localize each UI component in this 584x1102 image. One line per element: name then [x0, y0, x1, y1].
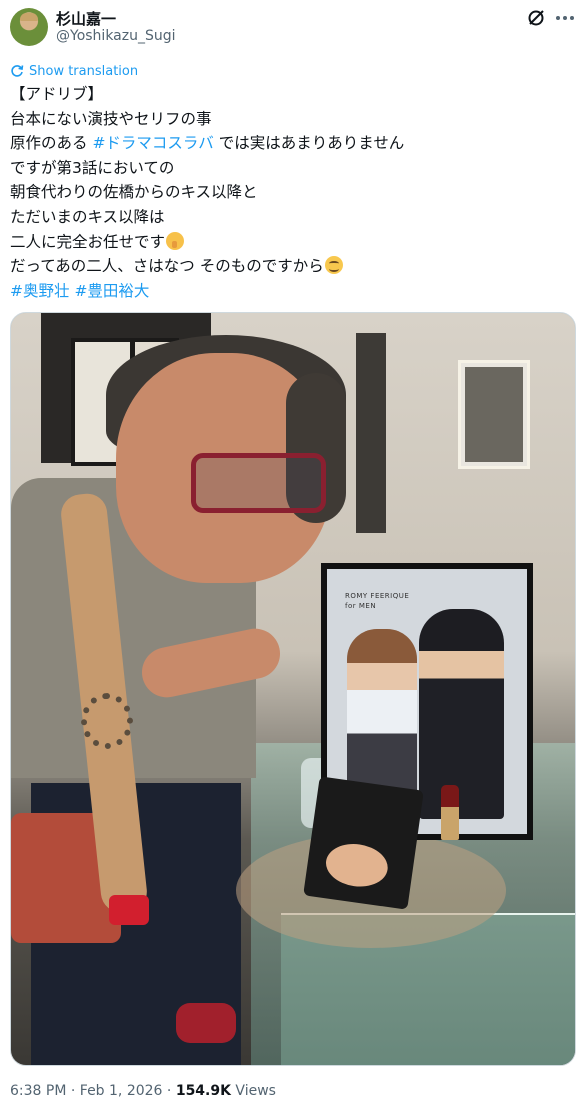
hashtag-link[interactable]: #奥野壮: [10, 282, 70, 300]
tweet-line: だってあの二人、さはなつ そのものですから: [10, 254, 570, 279]
photo-compact: [303, 776, 424, 910]
tweet-line: 台本にない演技やセリフの事: [10, 109, 212, 128]
avatar-hat: [20, 13, 38, 21]
poster-person-right: [419, 609, 504, 819]
tweet-text-segment: 二人に完全お任せです: [10, 232, 166, 251]
tweet-text-segment: 原作のある: [10, 134, 93, 153]
more-icon[interactable]: [554, 8, 576, 28]
photo-shoe: [176, 1003, 236, 1043]
tweet-line: #奥野壮 #豊田裕大: [10, 279, 570, 304]
smiling-face-emoji-icon: [324, 256, 343, 275]
tweet-text: 【アドリブ】 台本にない演技やセリフの事 原作のある #ドラマコスラバ では実は…: [10, 82, 570, 303]
show-translation-label: Show translation: [29, 63, 139, 79]
shushing-face-emoji-icon: [166, 231, 185, 250]
photo-mirror: [461, 363, 527, 466]
tweet-line: 【アドリブ】: [10, 85, 104, 103]
photo-door: [356, 333, 386, 533]
translate-icon: [11, 65, 24, 77]
photo-bracelet: [81, 693, 133, 749]
photo-lipstick: [441, 785, 459, 840]
tweet-text-segment: だってあの二人、さはなつ そのものですから: [10, 257, 324, 276]
avatar[interactable]: [10, 8, 48, 46]
photo-glasses: [191, 453, 326, 513]
poster-brand: ROMY FEERIQUE: [345, 592, 410, 600]
tweet-date[interactable]: Feb 1, 2026: [80, 1083, 163, 1099]
tweet-line: 朝食代わりの佐橋からのキス以降と: [10, 183, 258, 202]
tweet-line: ですが第3話においての: [10, 158, 175, 177]
tweet-header: 杉山嘉一 @Yoshikazu_Sugi: [8, 6, 576, 50]
tweet-meta: 6:38 PM · Feb 1, 2026 · 154.9K Views: [10, 1083, 276, 1099]
grok-icon[interactable]: [526, 8, 546, 28]
author-display-name[interactable]: 杉山嘉一: [56, 8, 116, 29]
tweet-photo[interactable]: ROMY FEERIQUE for MEN: [10, 312, 576, 1066]
author-handle[interactable]: @Yoshikazu_Sugi: [56, 28, 176, 44]
show-translation-link[interactable]: Show translation: [10, 62, 138, 80]
tweet-text-segment: では実はあまりありません: [213, 134, 405, 153]
views-label: Views: [230, 1083, 276, 1099]
poster-text: ROMY FEERIQUE for MEN: [345, 591, 409, 611]
hashtag-link[interactable]: #豊田裕大: [74, 282, 149, 300]
tweet-time[interactable]: 6:38 PM: [10, 1083, 66, 1099]
views-count: 154.9K: [175, 1083, 231, 1099]
photo-watch: [109, 895, 149, 925]
tweet-line: 原作のある #ドラマコスラバ では実はあまりありません: [10, 131, 570, 156]
hashtag-link[interactable]: #ドラマコスラバ: [92, 134, 213, 152]
tweet-line: ただいまのキス以降は: [10, 207, 165, 226]
tweet-line: 二人に完全お任せです: [10, 230, 570, 255]
meta-separator: ·: [66, 1083, 80, 1099]
poster-subbrand: for MEN: [345, 602, 377, 610]
meta-separator: ·: [162, 1083, 176, 1099]
